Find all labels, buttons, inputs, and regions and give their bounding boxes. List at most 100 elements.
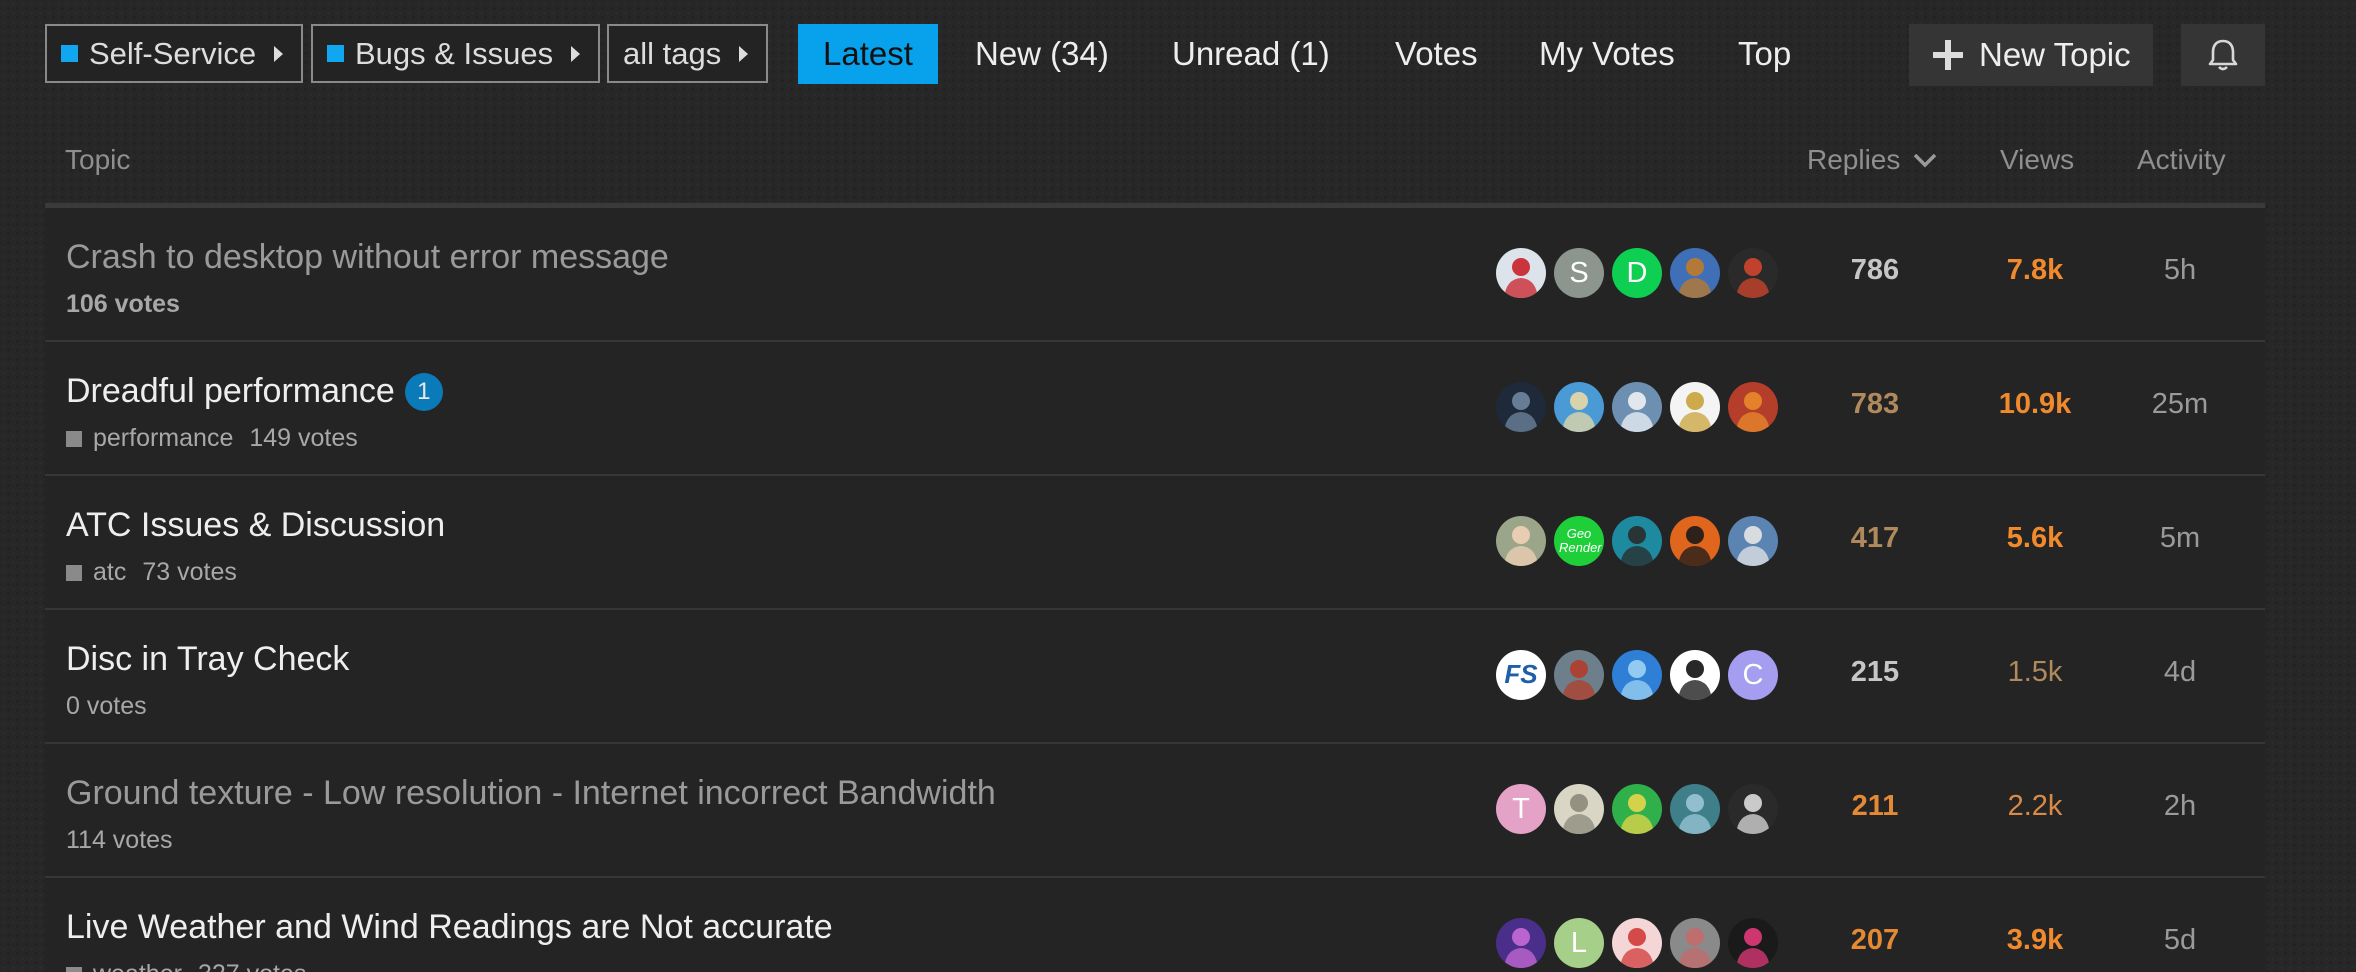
poster-avatar[interactable] — [1554, 650, 1604, 700]
topic-title-link[interactable]: ATC Issues & Discussion — [66, 506, 445, 545]
poster-avatar[interactable] — [1496, 248, 1546, 298]
topic-replies-count[interactable]: 207 — [1825, 924, 1925, 957]
topic-title-link[interactable]: Live Weather and Wind Readings are Not a… — [66, 908, 833, 947]
poster-avatar[interactable]: C — [1728, 650, 1778, 700]
chevron-down-icon — [1914, 153, 1937, 168]
breadcrumb-tags[interactable]: all tags — [607, 24, 769, 83]
avatar-image — [1504, 526, 1538, 566]
poster-avatar[interactable] — [1670, 248, 1720, 298]
topic-list-header: Topic Replies Views Activity — [45, 120, 2265, 205]
topic-title-link[interactable]: Disc in Tray Check — [66, 640, 349, 679]
avatar-image — [1562, 660, 1596, 700]
topic-title-link[interactable]: Crash to desktop without error message — [66, 238, 669, 277]
topic-replies-count[interactable]: 211 — [1825, 790, 1925, 823]
column-header-replies[interactable]: Replies — [1807, 144, 1938, 176]
poster-avatar[interactable] — [1554, 784, 1604, 834]
poster-avatar[interactable] — [1612, 784, 1662, 834]
topic-replies-count[interactable]: 783 — [1825, 388, 1925, 421]
topic-title[interactable]: ATC Issues & Discussion — [66, 506, 445, 545]
unread-count-badge[interactable]: 1 — [404, 372, 443, 411]
topic-meta: 106 votes — [66, 290, 180, 319]
topic-last-activity[interactable]: 4d — [2125, 656, 2235, 689]
topic-meta: 114 votes — [66, 826, 173, 855]
poster-avatar[interactable]: T — [1496, 784, 1546, 834]
poster-avatar[interactable] — [1670, 650, 1720, 700]
topic-title-link[interactable]: Ground texture - Low resolution - Intern… — [66, 774, 996, 813]
topic-replies-count[interactable]: 215 — [1825, 656, 1925, 689]
avatar-letter: D — [1626, 256, 1648, 289]
avatar-image — [1504, 258, 1538, 298]
bell-icon — [2208, 39, 2238, 71]
poster-avatar[interactable] — [1496, 516, 1546, 566]
poster-avatar[interactable]: S — [1554, 248, 1604, 298]
tab-unread[interactable]: Unread (1) — [1172, 24, 1330, 84]
topic-row[interactable]: ATC Issues & Discussion atc 73 votes Geo Re… — [45, 476, 2265, 610]
poster-avatar[interactable] — [1670, 918, 1720, 968]
topic-row[interactable]: Dreadful performance 1 performance 149 vote… — [45, 342, 2265, 476]
poster-avatar[interactable] — [1612, 382, 1662, 432]
topic-row[interactable]: Live Weather and Wind Readings are Not a… — [45, 878, 2265, 972]
topic-tag[interactable]: performance — [93, 424, 233, 453]
topic-last-activity[interactable]: 25m — [2125, 388, 2235, 421]
topic-tag[interactable]: weather — [93, 960, 182, 972]
topic-views-count: 10.9k — [1998, 388, 2072, 420]
poster-avatar[interactable]: L — [1554, 918, 1604, 968]
topic-title-link[interactable]: Dreadful performance — [66, 372, 395, 411]
topic-replies-count[interactable]: 786 — [1825, 254, 1925, 287]
tag-color-square — [66, 966, 82, 972]
poster-avatar[interactable] — [1728, 516, 1778, 566]
poster-avatar[interactable] — [1728, 382, 1778, 432]
avatar-image — [1736, 258, 1770, 298]
topic-row[interactable]: Crash to desktop without error message 10… — [45, 208, 2265, 342]
topic-views-count: 5.6k — [2006, 522, 2064, 554]
tab-top[interactable]: Top — [1738, 24, 1791, 84]
column-header-replies-label: Replies — [1807, 144, 1901, 175]
tab-my-votes[interactable]: My Votes — [1539, 24, 1675, 84]
poster-avatar[interactable] — [1612, 650, 1662, 700]
topic-title[interactable]: Ground texture - Low resolution - Intern… — [66, 774, 996, 813]
topic-last-activity[interactable]: 5d — [2125, 924, 2235, 957]
poster-avatar[interactable] — [1612, 516, 1662, 566]
topic-last-activity[interactable]: 2h — [2125, 790, 2235, 823]
topic-last-activity[interactable]: 5h — [2125, 254, 2235, 287]
notifications-button[interactable] — [2181, 24, 2265, 86]
topic-last-activity[interactable]: 5m — [2125, 522, 2235, 555]
poster-avatar[interactable]: FS — [1496, 650, 1546, 700]
topic-tag[interactable]: atc — [93, 558, 126, 587]
topic-views-count: 2.2k — [2007, 790, 2063, 822]
topic-title[interactable]: Live Weather and Wind Readings are Not a… — [66, 908, 833, 947]
topic-title[interactable]: Crash to desktop without error message — [66, 238, 669, 277]
poster-avatar[interactable]: D — [1612, 248, 1662, 298]
topic-title[interactable]: Dreadful performance 1 — [66, 372, 443, 411]
topic-replies-count[interactable]: 417 — [1825, 522, 1925, 555]
topic-votes: 0 votes — [66, 692, 147, 720]
avatar-image — [1562, 794, 1596, 834]
topic-row[interactable]: Ground texture - Low resolution - Intern… — [45, 744, 2265, 878]
poster-avatar[interactable] — [1728, 918, 1778, 968]
topic-row[interactable]: Disc in Tray Check 0 votes FS C 215 1.5k 4d — [45, 610, 2265, 744]
breadcrumb-subcategory[interactable]: Bugs & Issues — [311, 24, 601, 83]
topic-list: Crash to desktop without error message 10… — [45, 208, 2265, 972]
avatar-image — [1620, 928, 1654, 968]
topic-title[interactable]: Disc in Tray Check — [66, 640, 349, 679]
new-topic-button[interactable]: New Topic — [1909, 24, 2153, 86]
tab-votes[interactable]: Votes — [1395, 24, 1478, 84]
tab-new[interactable]: New (34) — [975, 24, 1109, 84]
poster-avatar[interactable]: Geo Render — [1554, 516, 1604, 566]
poster-avatar[interactable] — [1728, 784, 1778, 834]
caret-right-icon — [571, 45, 581, 62]
poster-avatar[interactable] — [1670, 784, 1720, 834]
column-header-activity[interactable]: Activity — [2137, 144, 2226, 176]
tab-latest[interactable]: Latest — [798, 24, 938, 84]
topic-views-count: 7.8k — [2006, 254, 2064, 286]
poster-avatar[interactable] — [1496, 382, 1546, 432]
column-header-views[interactable]: Views — [2000, 144, 2074, 176]
poster-avatar[interactable] — [1670, 516, 1720, 566]
breadcrumb-category[interactable]: Self-Service — [45, 24, 304, 83]
avatar-image — [1736, 392, 1770, 432]
poster-avatar[interactable] — [1612, 918, 1662, 968]
poster-avatar[interactable] — [1554, 382, 1604, 432]
poster-avatar[interactable] — [1728, 248, 1778, 298]
poster-avatar[interactable] — [1496, 918, 1546, 968]
poster-avatar[interactable] — [1670, 382, 1720, 432]
